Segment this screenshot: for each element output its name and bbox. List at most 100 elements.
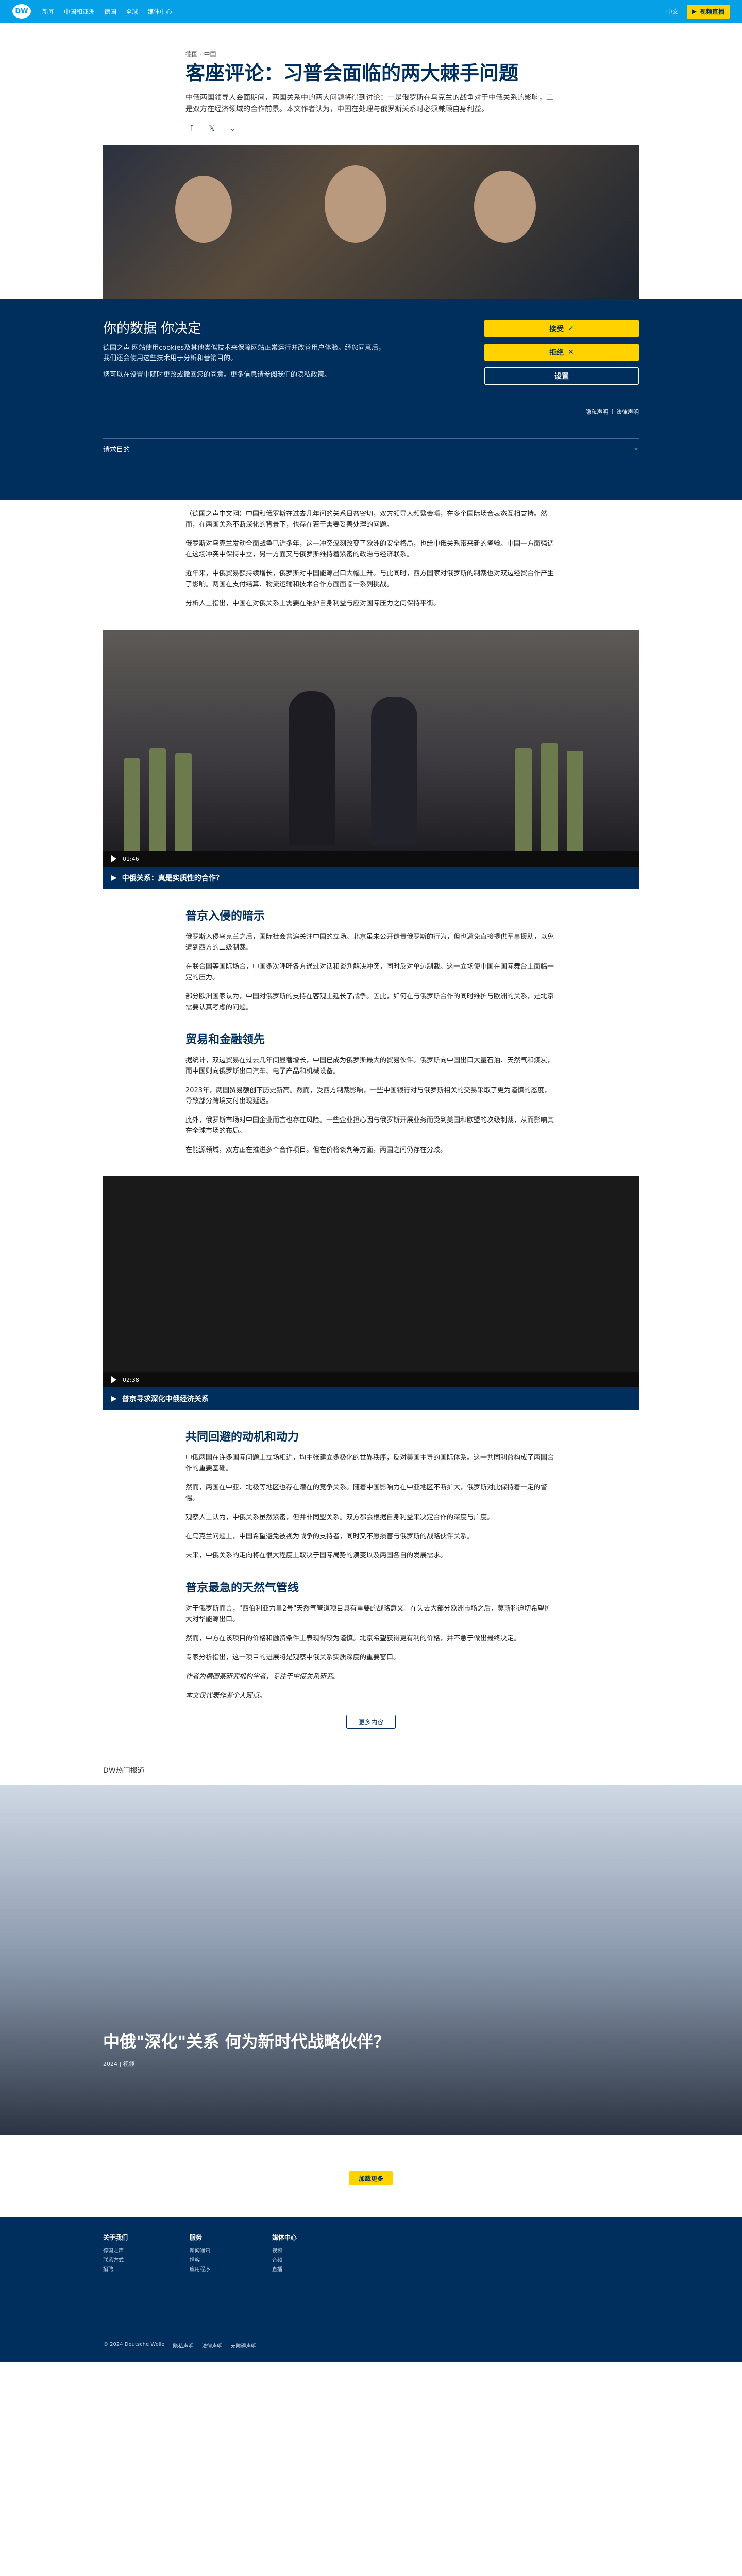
article-section: 共同回避的动机和动力 中俄两国在许多国际问题上立场相近，均主张建立多极化的世界秩… xyxy=(185,1428,556,1701)
footer-link[interactable]: 应用程序 xyxy=(190,2265,210,2275)
article-section: 普京入侵的暗示 俄罗斯入侵乌克兰之后，国际社会普遍关注中国的立场。北京虽未公开谴… xyxy=(185,907,556,1156)
facebook-icon[interactable]: f xyxy=(185,123,197,134)
paragraph: 2023年，两国贸易额创下历史新高。然而，受西方制裁影响，一些中国银行对与俄罗斯… xyxy=(185,1087,551,1105)
settings-button[interactable]: 设置 xyxy=(484,367,639,385)
paragraph: 中俄两国在许多国际问题上立场相近，均主张建立多极化的世界秩序，反对美国主导的国际… xyxy=(185,1454,554,1472)
video-controls: 01:46 xyxy=(103,851,639,867)
cookie-consent-banner: 你的数据 你决定 德国之声 网站使用cookies及其他类似技术来保障网站正常运… xyxy=(0,299,742,500)
play-icon: ▶ xyxy=(692,8,697,15)
paragraph: 在联合国等国际场合，中国多次呼吁各方通过对话和谈判解决冲突，同时反对单边制裁。这… xyxy=(185,963,554,981)
footer-column: 服务 新闻通讯 播客 应用程序 xyxy=(190,2233,210,2275)
article-title: 客座评论：习普会面临的两大棘手问题 xyxy=(185,62,519,84)
share-bar: f 𝕏 ⌄ xyxy=(185,123,556,134)
nav-item-5[interactable]: 媒体中心 xyxy=(147,7,172,16)
x-icon[interactable]: 𝕏 xyxy=(206,123,217,134)
video-frame[interactable] xyxy=(103,1176,639,1372)
section-heading: 共同回避的动机和动力 xyxy=(185,1431,299,1444)
consent-text: 德国之声 网站使用cookies及其他类似技术来保障网站正常运行并改善用户体验。… xyxy=(103,344,385,362)
privacy-link[interactable]: 隐私声明 xyxy=(585,408,608,416)
footer-column: 媒体中心 视频 音频 直播 xyxy=(272,2233,297,2275)
paragraph: 分析人士指出，中国在对俄关系上需要在维护自身利益与应对国际压力之间保持平衡。 xyxy=(185,600,441,607)
footer-link[interactable]: 无障碍声明 xyxy=(230,2342,256,2349)
related-section-heading: DW热门报道 xyxy=(103,1767,145,1775)
article-body: （德国之声中文网）中国和俄罗斯在过去几年间的关系日益密切，双方领导人频繁会晤，在… xyxy=(185,509,556,609)
accept-button[interactable]: 接受 ✓ xyxy=(484,320,639,337)
paragraph: 在能源领域，双方正在推进多个合作项目。但在价格谈判等方面，两国之间仍存在分歧。 xyxy=(185,1146,447,1154)
paragraph: 据统计，双边贸易在过去几年间显著增长，中国已成为俄罗斯最大的贸易伙伴。俄罗斯向中… xyxy=(185,1057,554,1075)
main-nav: 新闻 中国和亚洲 德国 全球 媒体中心 xyxy=(42,7,172,16)
footer-link[interactable]: 招聘 xyxy=(103,2265,128,2275)
video-duration: 02:38 xyxy=(123,1376,139,1383)
paragraph: 俄罗斯对乌克兰发动全面战争已近多年，这一冲突深刻改变了欧洲的安全格局，也给中俄关… xyxy=(185,540,554,558)
section-heading: 普京最急的天然气管线 xyxy=(185,1582,299,1595)
video-player-2: 02:38 ▶ 普京寻求深化中俄经济关系 xyxy=(103,1176,639,1410)
hero-image xyxy=(103,145,639,299)
article-kicker[interactable]: 德国 · 中国 xyxy=(185,49,556,58)
paragraph: 未来，中俄关系的走向将在很大程度上取决于国际局势的演变以及两国各自的发展需求。 xyxy=(185,1552,447,1560)
section-heading: 普京入侵的暗示 xyxy=(185,910,265,923)
legal-link[interactable]: 法律声明 xyxy=(616,408,639,416)
related-feature-card[interactable]: 中俄"深化"关系 何为新时代战略伙伴？ 2024 | 视频 xyxy=(0,1785,742,2135)
footer-link[interactable]: 音频 xyxy=(272,2256,297,2265)
paragraph: 对于俄罗斯而言，"西伯利亚力量2号"天然气管道项目具有重要的战略意义。在失去大部… xyxy=(185,1605,551,1623)
nav-item-3[interactable]: 德国 xyxy=(104,7,116,16)
footer-link[interactable]: 直播 xyxy=(272,2265,297,2275)
close-icon: ✕ xyxy=(568,348,574,357)
disclaimer: 本文仅代表作者个人观点。 xyxy=(185,1692,266,1700)
live-video-button[interactable]: ▶ 视频直播 xyxy=(686,4,730,19)
check-icon: ✓ xyxy=(568,325,574,333)
play-icon: ▶ xyxy=(111,1395,117,1403)
footer-bottom: © 2024 Deutsche Welle 隐私声明 法律声明 无障碍声明 xyxy=(103,2342,639,2349)
video-player-1: 01:46 ▶ 中俄关系：真是实质性的合作？ xyxy=(103,630,639,889)
chevron-down-icon: ⌄ xyxy=(633,444,639,452)
footer-link[interactable]: 法律声明 xyxy=(201,2342,222,2349)
video-duration: 01:46 xyxy=(123,855,139,862)
article-header: 德国 · 中国 客座评论：习普会面临的两大棘手问题 中俄两国领导人会面期间，两国… xyxy=(185,49,556,134)
footer-column: 关于我们 德国之声 联系方式 招聘 xyxy=(103,2233,128,2275)
person-figure xyxy=(175,176,232,243)
nav-item-2[interactable]: 中国和亚洲 xyxy=(64,7,95,16)
language-switcher[interactable]: 中文 xyxy=(666,7,679,16)
feature-meta: 2024 | 视频 xyxy=(103,2061,134,2067)
more-content-button[interactable]: 更多内容 xyxy=(346,1715,396,1729)
nav-item-1[interactable]: 新闻 xyxy=(42,7,55,16)
paragraph: 观察人士认为，中俄关系虽然紧密，但并非同盟关系。双方都会根据自身利益来决定合作的… xyxy=(185,1514,494,1521)
load-more-button[interactable]: 加载更多 xyxy=(349,2171,393,2185)
video-caption: ▶ 中俄关系：真是实质性的合作？ xyxy=(103,867,639,889)
footer-link[interactable]: 德国之声 xyxy=(103,2247,128,2256)
person-figure xyxy=(474,171,536,243)
paragraph: 然而，两国在中亚、北极等地区也存在潜在的竞争关系。随着中国影响力在中亚地区不断扩… xyxy=(185,1484,548,1502)
paragraph: 然而，中方在该项目的价格和融资条件上表现得较为谨慎。北京希望获得更有利的价格，并… xyxy=(185,1635,521,1642)
play-icon[interactable] xyxy=(111,1376,116,1383)
paragraph: 专家分析指出，这一项目的进展将是观察中俄关系实质深度的重要窗口。 xyxy=(185,1654,400,1662)
site-footer: 关于我们 德国之声 联系方式 招聘 服务 新闻通讯 播客 应用程序 媒体中心 视… xyxy=(0,2217,742,2362)
footer-link[interactable]: 视频 xyxy=(272,2247,297,2256)
paragraph: 部分欧洲国家认为，中国对俄罗斯的支持在客观上延长了战争。因此，如何在与俄罗斯合作… xyxy=(185,993,554,1011)
footer-link[interactable]: 播客 xyxy=(190,2256,210,2265)
reject-button[interactable]: 拒绝 ✕ xyxy=(484,344,639,361)
footer-link[interactable]: 隐私声明 xyxy=(173,2342,193,2349)
video-controls: 02:38 xyxy=(103,1372,639,1387)
feature-title[interactable]: 中俄"深化"关系 何为新时代战略伙伴？ xyxy=(103,2029,567,2053)
video-caption: ▶ 普京寻求深化中俄经济关系 xyxy=(103,1387,639,1410)
video-thumbnail[interactable] xyxy=(103,630,639,851)
consent-text-secondary: 您可以在设置中随时更改或撤回您的同意。更多信息请参阅我们的隐私政策。 xyxy=(103,371,331,379)
copyright: © 2024 Deutsche Welle xyxy=(103,2342,165,2347)
top-navigation-bar: DW 新闻 中国和亚洲 德国 全球 媒体中心 中文 ▶ 视频直播 xyxy=(0,0,742,23)
paragraph: （德国之声中文网）中国和俄罗斯在过去几年间的关系日益密切，双方领导人频繁会晤，在… xyxy=(185,510,548,529)
chevron-down-icon[interactable]: ⌄ xyxy=(227,123,238,134)
person-figure xyxy=(325,165,386,243)
play-icon: ▶ xyxy=(111,874,117,882)
paragraph: 此外，俄罗斯市场对中国企业而言也存在风险。一些企业担心因与俄罗斯开展业务而受到美… xyxy=(185,1116,554,1135)
author-note: 作者为德国某研究机构学者，专注于中俄关系研究。 xyxy=(185,1673,340,1681)
consent-purposes-toggle[interactable]: 请求目的 ⌄ xyxy=(103,438,639,454)
paragraph: 俄罗斯入侵乌克兰之后，国际社会普遍关注中国的立场。北京虽未公开谴责俄罗斯的行为，… xyxy=(185,933,554,952)
nav-item-4[interactable]: 全球 xyxy=(126,7,138,16)
dw-logo[interactable]: DW xyxy=(12,4,31,19)
footer-link[interactable]: 联系方式 xyxy=(103,2256,128,2265)
paragraph: 近年来，中俄贸易额持续增长，俄罗斯对中国能源出口大幅上升。与此同时，西方国家对俄… xyxy=(185,570,554,588)
footer-link[interactable]: 新闻通讯 xyxy=(190,2247,210,2256)
article-lead: 中俄两国领导人会面期间，两国关系中的两大问题将得到讨论：一是俄罗斯在乌克兰的战争… xyxy=(185,94,553,113)
section-heading: 贸易和金融领先 xyxy=(185,1033,265,1046)
play-icon[interactable] xyxy=(111,855,116,862)
